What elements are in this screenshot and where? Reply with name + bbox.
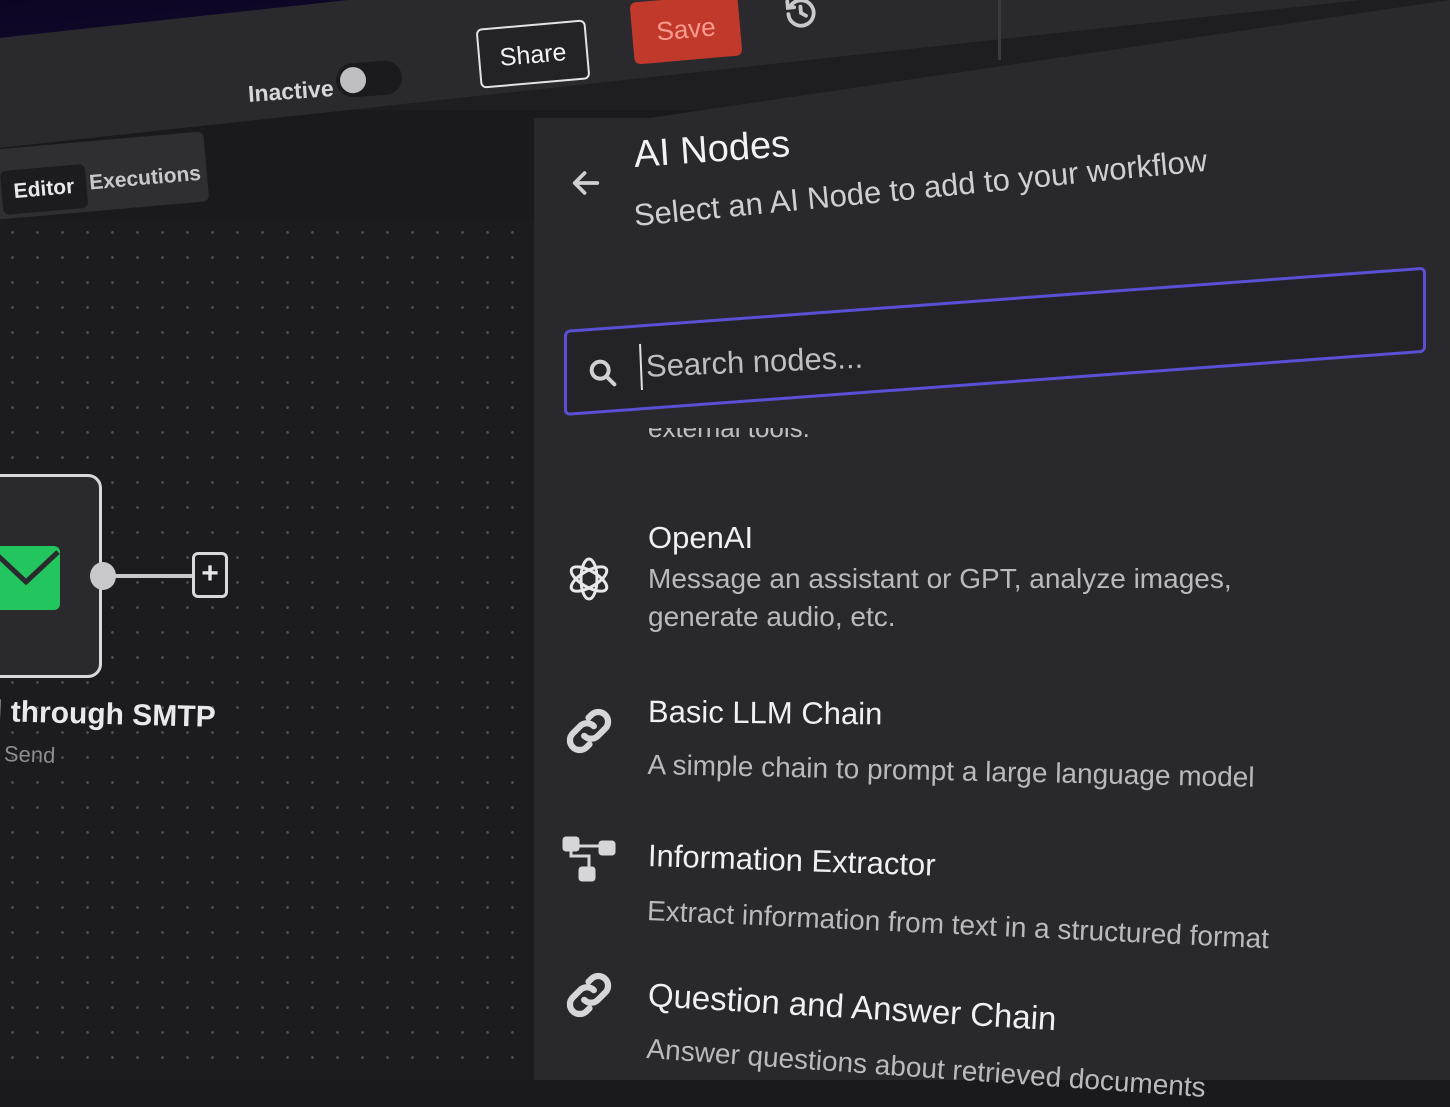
- tree-structure-icon: [562, 836, 616, 882]
- node-title: l through SMTP: [0, 695, 217, 734]
- clipped-description: external tools.: [648, 428, 810, 443]
- active-toggle[interactable]: [334, 59, 404, 99]
- node-connector-line: [114, 574, 196, 578]
- back-arrow-icon[interactable]: [568, 166, 604, 200]
- node-item-description: Message an assistant or GPT, analyze ima…: [648, 563, 1232, 632]
- node-subtitle: Send: [3, 741, 56, 768]
- header-divider: [998, 0, 1001, 60]
- toggle-knob: [339, 66, 367, 94]
- node-item-title: OpenAI: [648, 520, 754, 555]
- save-button[interactable]: Save: [629, 0, 743, 65]
- node-item-title: Basic LLM Chain: [647, 694, 883, 732]
- envelope-icon: [0, 546, 60, 610]
- link-icon: [566, 708, 612, 754]
- share-button[interactable]: Share: [475, 19, 591, 89]
- add-node-button[interactable]: +: [192, 552, 228, 598]
- search-icon: [589, 359, 617, 387]
- node-output-handle[interactable]: [90, 562, 116, 590]
- tab-editor[interactable]: Editor: [0, 163, 89, 216]
- history-icon[interactable]: [780, 0, 821, 34]
- link-icon: [566, 972, 612, 1018]
- tab-executions[interactable]: Executions: [88, 162, 202, 196]
- openai-icon: [569, 557, 609, 601]
